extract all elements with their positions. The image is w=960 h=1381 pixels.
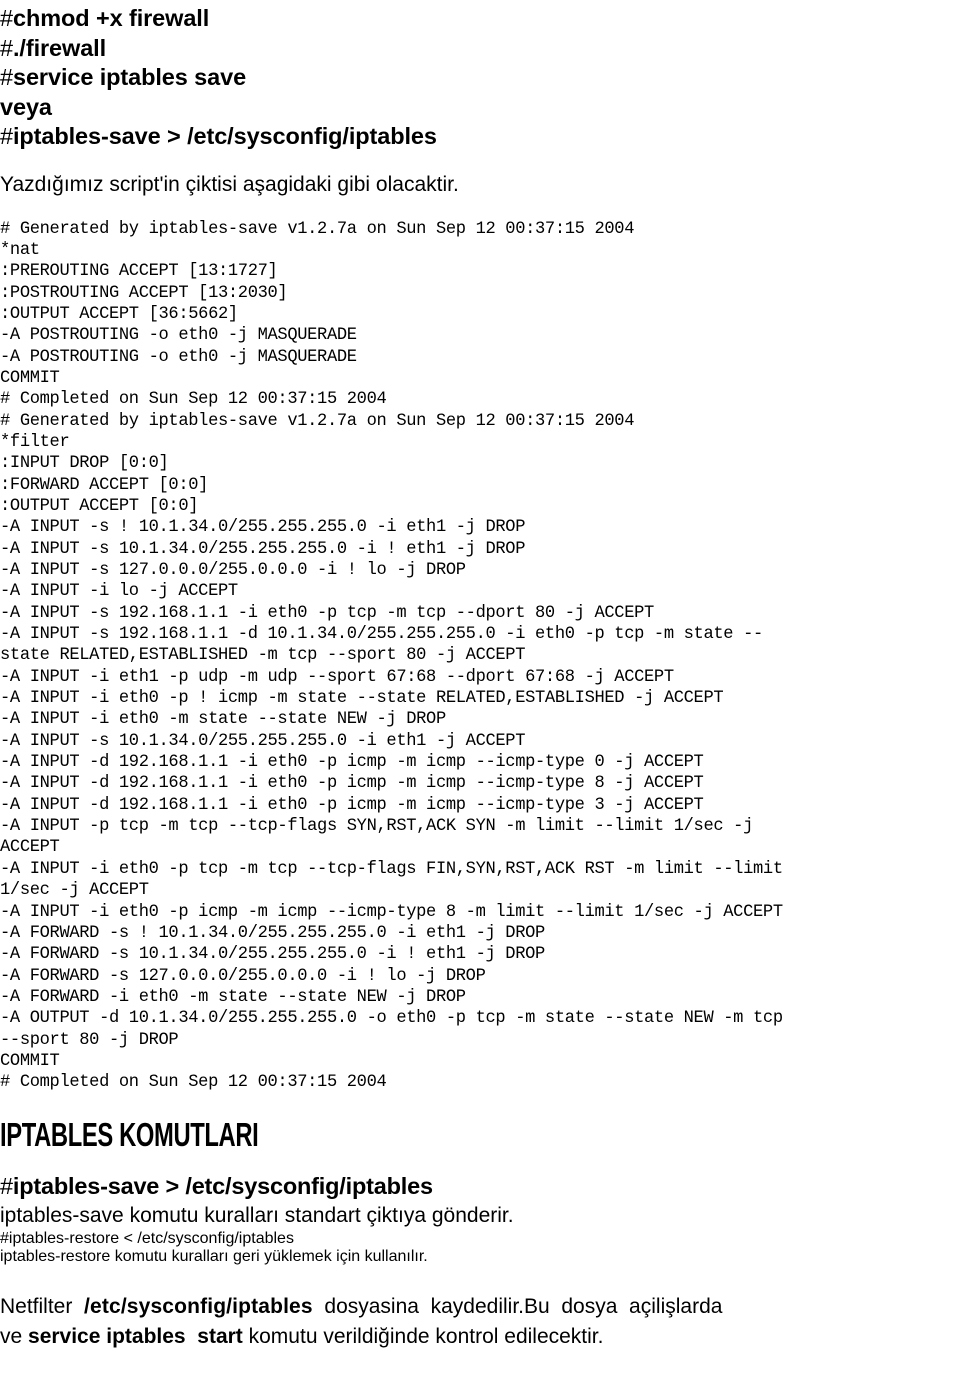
code-line: COMMIT: [0, 1051, 60, 1071]
text-and: ve: [0, 1324, 29, 1348]
command-description: iptables-restore komutu kuralları geri y…: [0, 1247, 428, 1265]
code-line: -A INPUT -i eth0 -m state --state NEW -j…: [0, 710, 446, 730]
code-line: # Completed on Sun Sep 12 00:37:15 2004: [0, 1073, 387, 1093]
code-line: :PREROUTING ACCEPT [13:1727]: [0, 262, 278, 282]
iptables-save-item: #iptables-save > /etc/sysconfig/iptables…: [0, 1171, 960, 1230]
command-text: ./firewall: [12, 34, 107, 61]
command-line: veya: [0, 93, 960, 123]
path-iptables-config: /etc/sysconfig/iptables: [84, 1294, 313, 1318]
code-line: -A POSTROUTING -o eth0 -j MASQUERADE: [0, 347, 357, 367]
code-line: COMMIT: [0, 368, 60, 388]
code-line: -A INPUT -i eth0 -p ! icmp -m state --st…: [0, 689, 724, 709]
command-line: #service iptables save: [0, 63, 960, 93]
iptables-output-block: # Generated by iptables-save v1.2.7a on …: [0, 219, 960, 1094]
code-line: -A OUTPUT -d 10.1.34.0/255.255.255.0 -o …: [0, 1009, 783, 1029]
code-line: -A FORWARD -i eth0 -m state --state NEW …: [0, 987, 466, 1007]
command-description: iptables-save komutu kuralları standart …: [0, 1203, 514, 1227]
document-page: #chmod +x firewall #./firewall #service …: [0, 0, 960, 1381]
code-line: :POSTROUTING ACCEPT [13:2030]: [0, 283, 288, 303]
command-text: iptables-save > /etc/sysconfig/iptables: [12, 1172, 433, 1199]
hash-prefix: #: [0, 1172, 13, 1199]
top-command-block: #chmod +x firewall #./firewall #service …: [0, 0, 960, 152]
code-line: -A INPUT -i lo -j ACCEPT: [0, 582, 238, 602]
code-line: -A INPUT -s 192.168.1.1 -i eth0 -p tcp -…: [0, 603, 654, 623]
code-line: :OUTPUT ACCEPT [36:5662]: [0, 304, 238, 324]
code-line: -A INPUT -s 127.0.0.0/255.0.0.0 -i ! lo …: [0, 561, 466, 580]
code-line: -A INPUT -i eth0 -p tcp -m tcp --tcp-fla…: [0, 859, 783, 879]
intro-sentence: Yazdığımız script'in çiktisi aşagidaki g…: [0, 172, 459, 196]
final-paragraph-line-1: Netfilter /etc/sysconfig/iptables dosyas…: [0, 1292, 960, 1322]
hash-prefix: #: [0, 123, 13, 149]
code-line: -A INPUT -d 192.168.1.1 -i eth0 -p icmp …: [0, 774, 704, 794]
code-line: -A POSTROUTING -o eth0 -j MASQUERADE: [0, 326, 357, 346]
code-line: state RELATED,ESTABLISHED -m tcp --sport…: [0, 646, 526, 666]
code-line: -A FORWARD -s ! 10.1.34.0/255.255.255.0 …: [0, 923, 545, 943]
command-text: iptables-restore < /etc/sysconfig/iptabl…: [8, 1229, 294, 1247]
hash-prefix: #: [0, 1229, 9, 1247]
text-checked-on-command: komutu verildiğinde kontrol edilecektir.: [242, 1324, 604, 1348]
code-line: :FORWARD ACCEPT [0:0]: [0, 475, 209, 495]
code-line: # Generated by iptables-save v1.2.7a on …: [0, 219, 635, 239]
hash-prefix: #: [0, 64, 13, 90]
text-netfilter: Netfilter: [0, 1294, 85, 1318]
code-line: 1/sec -j ACCEPT: [0, 881, 149, 901]
code-line: -A INPUT -d 192.168.1.1 -i eth0 -p icmp …: [0, 753, 704, 773]
section-heading: IPTABLES KOMUTLARI: [0, 1115, 259, 1153]
code-line: -A INPUT -d 192.168.1.1 -i eth0 -p icmp …: [0, 795, 704, 815]
command-text: veya: [0, 93, 52, 120]
final-paragraph: Netfilter /etc/sysconfig/iptables dosyas…: [0, 1292, 960, 1352]
code-line: -A FORWARD -s 127.0.0.0/255.0.0.0 -i ! l…: [0, 966, 486, 986]
code-line: :INPUT DROP [0:0]: [0, 454, 169, 474]
code-line: -A FORWARD -s 10.1.34.0/255.255.255.0 -i…: [0, 945, 545, 965]
code-line: *filter: [0, 432, 70, 452]
command-line: #iptables-save > /etc/sysconfig/iptables: [0, 122, 960, 152]
command-text: service iptables save: [12, 64, 247, 90]
code-line: -A INPUT -p tcp -m tcp --tcp-flags SYN,R…: [0, 817, 754, 837]
hash-prefix: #: [0, 5, 13, 31]
code-line: *nat: [0, 240, 40, 260]
code-line: -A INPUT -i eth0 -p icmp -m icmp --icmp-…: [0, 902, 783, 922]
code-line: -A INPUT -i eth1 -p udp -m udp --sport 6…: [0, 667, 674, 687]
code-line: -A INPUT -s 192.168.1.1 -d 10.1.34.0/255…: [0, 625, 763, 645]
command-service-iptables-start: service iptables start: [28, 1324, 243, 1348]
command-line: #./firewall: [0, 34, 960, 64]
command-text: chmod +x firewall: [12, 5, 210, 31]
code-line: ACCEPT: [0, 838, 60, 858]
code-line: -A INPUT -s 10.1.34.0/255.255.255.0 -i e…: [0, 731, 526, 751]
command-text: iptables-save > /etc/sysconfig/iptables: [12, 123, 437, 149]
final-paragraph-line-2: ve service iptables start komutu verildi…: [0, 1322, 960, 1352]
code-line: -A INPUT -s ! 10.1.34.0/255.255.255.0 -i…: [0, 518, 526, 538]
command-line: #iptables-save > /etc/sysconfig/iptables: [0, 1171, 960, 1201]
code-line: # Generated by iptables-save v1.2.7a on …: [0, 411, 635, 431]
text-saved-to: dosyasina kaydedilir.Bu dosya açilişlard…: [312, 1294, 723, 1318]
command-line: #iptables-restore < /etc/sysconfig/iptab…: [0, 1230, 960, 1248]
iptables-restore-item: #iptables-restore < /etc/sysconfig/iptab…: [0, 1230, 960, 1266]
code-line: -A INPUT -s 10.1.34.0/255.255.255.0 -i !…: [0, 539, 526, 559]
command-line: #chmod +x firewall: [0, 4, 960, 34]
code-line: # Completed on Sun Sep 12 00:37:15 2004: [0, 390, 387, 410]
hash-prefix: #: [0, 34, 13, 61]
code-line: :OUTPUT ACCEPT [0:0]: [0, 496, 199, 516]
code-line: --sport 80 -j DROP: [0, 1030, 179, 1050]
